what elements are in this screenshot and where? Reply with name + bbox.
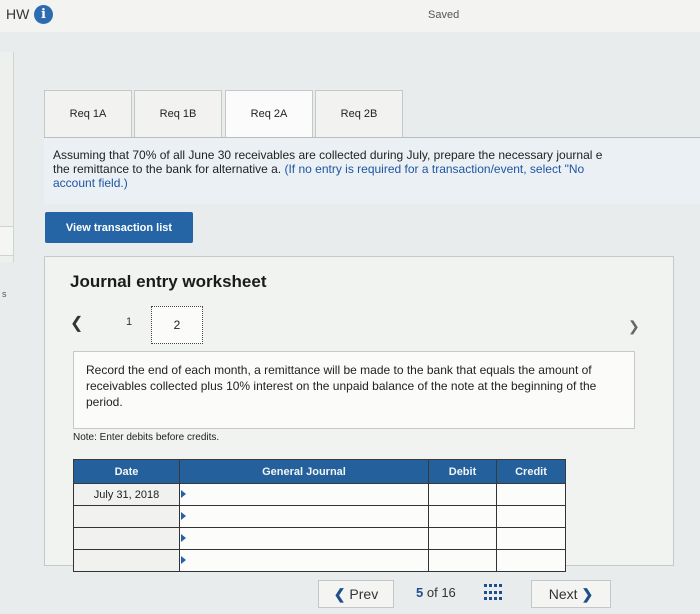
question-pager: ❮ Prev 5 of 16 Next ❯ xyxy=(0,572,700,614)
page-counter: 5 of 16 xyxy=(416,585,456,600)
credit-input[interactable] xyxy=(496,549,566,572)
account-select[interactable] xyxy=(179,505,429,528)
transaction-description: Record the end of each month, a remittan… xyxy=(73,351,635,429)
dropdown-arrow-icon xyxy=(181,490,186,498)
table-row: July 31, 2018 xyxy=(73,483,566,506)
prev-button[interactable]: ❮ Prev xyxy=(318,580,394,608)
chevron-right-icon[interactable]: ❯ xyxy=(628,318,640,335)
column-header-credit: Credit xyxy=(496,459,566,484)
debit-input[interactable] xyxy=(428,549,497,572)
tab-req-2a[interactable]: Req 2A xyxy=(225,90,313,138)
tab-req-1b[interactable]: Req 1B xyxy=(134,90,222,137)
journal-table-header: Date General Journal Debit Credit xyxy=(73,459,566,484)
worksheet-page-1[interactable]: 1 xyxy=(126,316,132,328)
save-status: Saved xyxy=(428,9,460,21)
chevron-left-icon[interactable]: ❮ xyxy=(70,313,83,333)
chevron-right-icon: ❯ xyxy=(581,585,594,602)
account-select[interactable] xyxy=(179,549,429,572)
debit-input[interactable] xyxy=(428,483,497,506)
dropdown-arrow-icon xyxy=(181,512,186,520)
table-row xyxy=(73,505,566,528)
column-header-general-journal: General Journal xyxy=(179,459,429,484)
credit-input[interactable] xyxy=(496,527,566,550)
info-icon[interactable]: i xyxy=(34,5,53,24)
top-bar: HW i Saved xyxy=(0,0,700,32)
instructions-line-2: the remittance to the bank for alternati… xyxy=(53,162,700,176)
dropdown-arrow-icon xyxy=(181,556,186,564)
dropdown-arrow-icon xyxy=(181,534,186,542)
chevron-left-icon: ❮ xyxy=(333,585,346,602)
instructions-main-text: the remittance to the bank for alternati… xyxy=(53,162,285,176)
assignment-title: HW xyxy=(6,6,30,22)
account-select[interactable] xyxy=(179,527,429,550)
worksheet-page-2[interactable]: 2 xyxy=(151,306,203,344)
side-panel-tab[interactable] xyxy=(0,226,14,256)
journal-table: Date General Journal Debit Credit July 3… xyxy=(73,459,566,572)
account-select[interactable] xyxy=(179,483,429,506)
instructions-hint-continued: account field.) xyxy=(53,176,128,190)
debit-input[interactable] xyxy=(428,505,497,528)
instructions-line-1: Assuming that 70% of all June 30 receiva… xyxy=(53,148,603,162)
side-panel-letter: s xyxy=(2,289,7,299)
of-label: of xyxy=(426,585,438,600)
credit-input[interactable] xyxy=(496,505,566,528)
next-label: Next xyxy=(548,585,578,602)
instructions-box: Assuming that 70% of all June 30 receiva… xyxy=(44,138,700,204)
date-cell[interactable]: July 31, 2018 xyxy=(73,483,180,506)
view-transaction-list-button[interactable]: View transaction list xyxy=(45,212,193,243)
tab-req-2b[interactable]: Req 2B xyxy=(315,90,403,137)
current-question: 5 xyxy=(416,585,424,600)
worksheet-title: Journal entry worksheet xyxy=(70,272,267,291)
instructions-hint: (If no entry is required for a transacti… xyxy=(284,162,585,176)
total-questions: 16 xyxy=(441,585,456,600)
debit-input[interactable] xyxy=(428,527,497,550)
date-cell[interactable] xyxy=(73,549,180,572)
table-row xyxy=(73,527,566,550)
tab-req-1a[interactable]: Req 1A xyxy=(44,90,132,137)
date-cell[interactable] xyxy=(73,527,180,550)
column-header-debit: Debit xyxy=(428,459,497,484)
column-header-date: Date xyxy=(73,459,180,484)
credit-input[interactable] xyxy=(496,483,566,506)
entry-note: Note: Enter debits before credits. xyxy=(73,432,220,443)
next-button[interactable]: Next ❯ xyxy=(531,580,611,608)
grid-icon[interactable] xyxy=(484,584,502,602)
date-cell[interactable] xyxy=(73,505,180,528)
prev-label: Prev xyxy=(349,585,379,602)
table-row xyxy=(73,549,566,572)
